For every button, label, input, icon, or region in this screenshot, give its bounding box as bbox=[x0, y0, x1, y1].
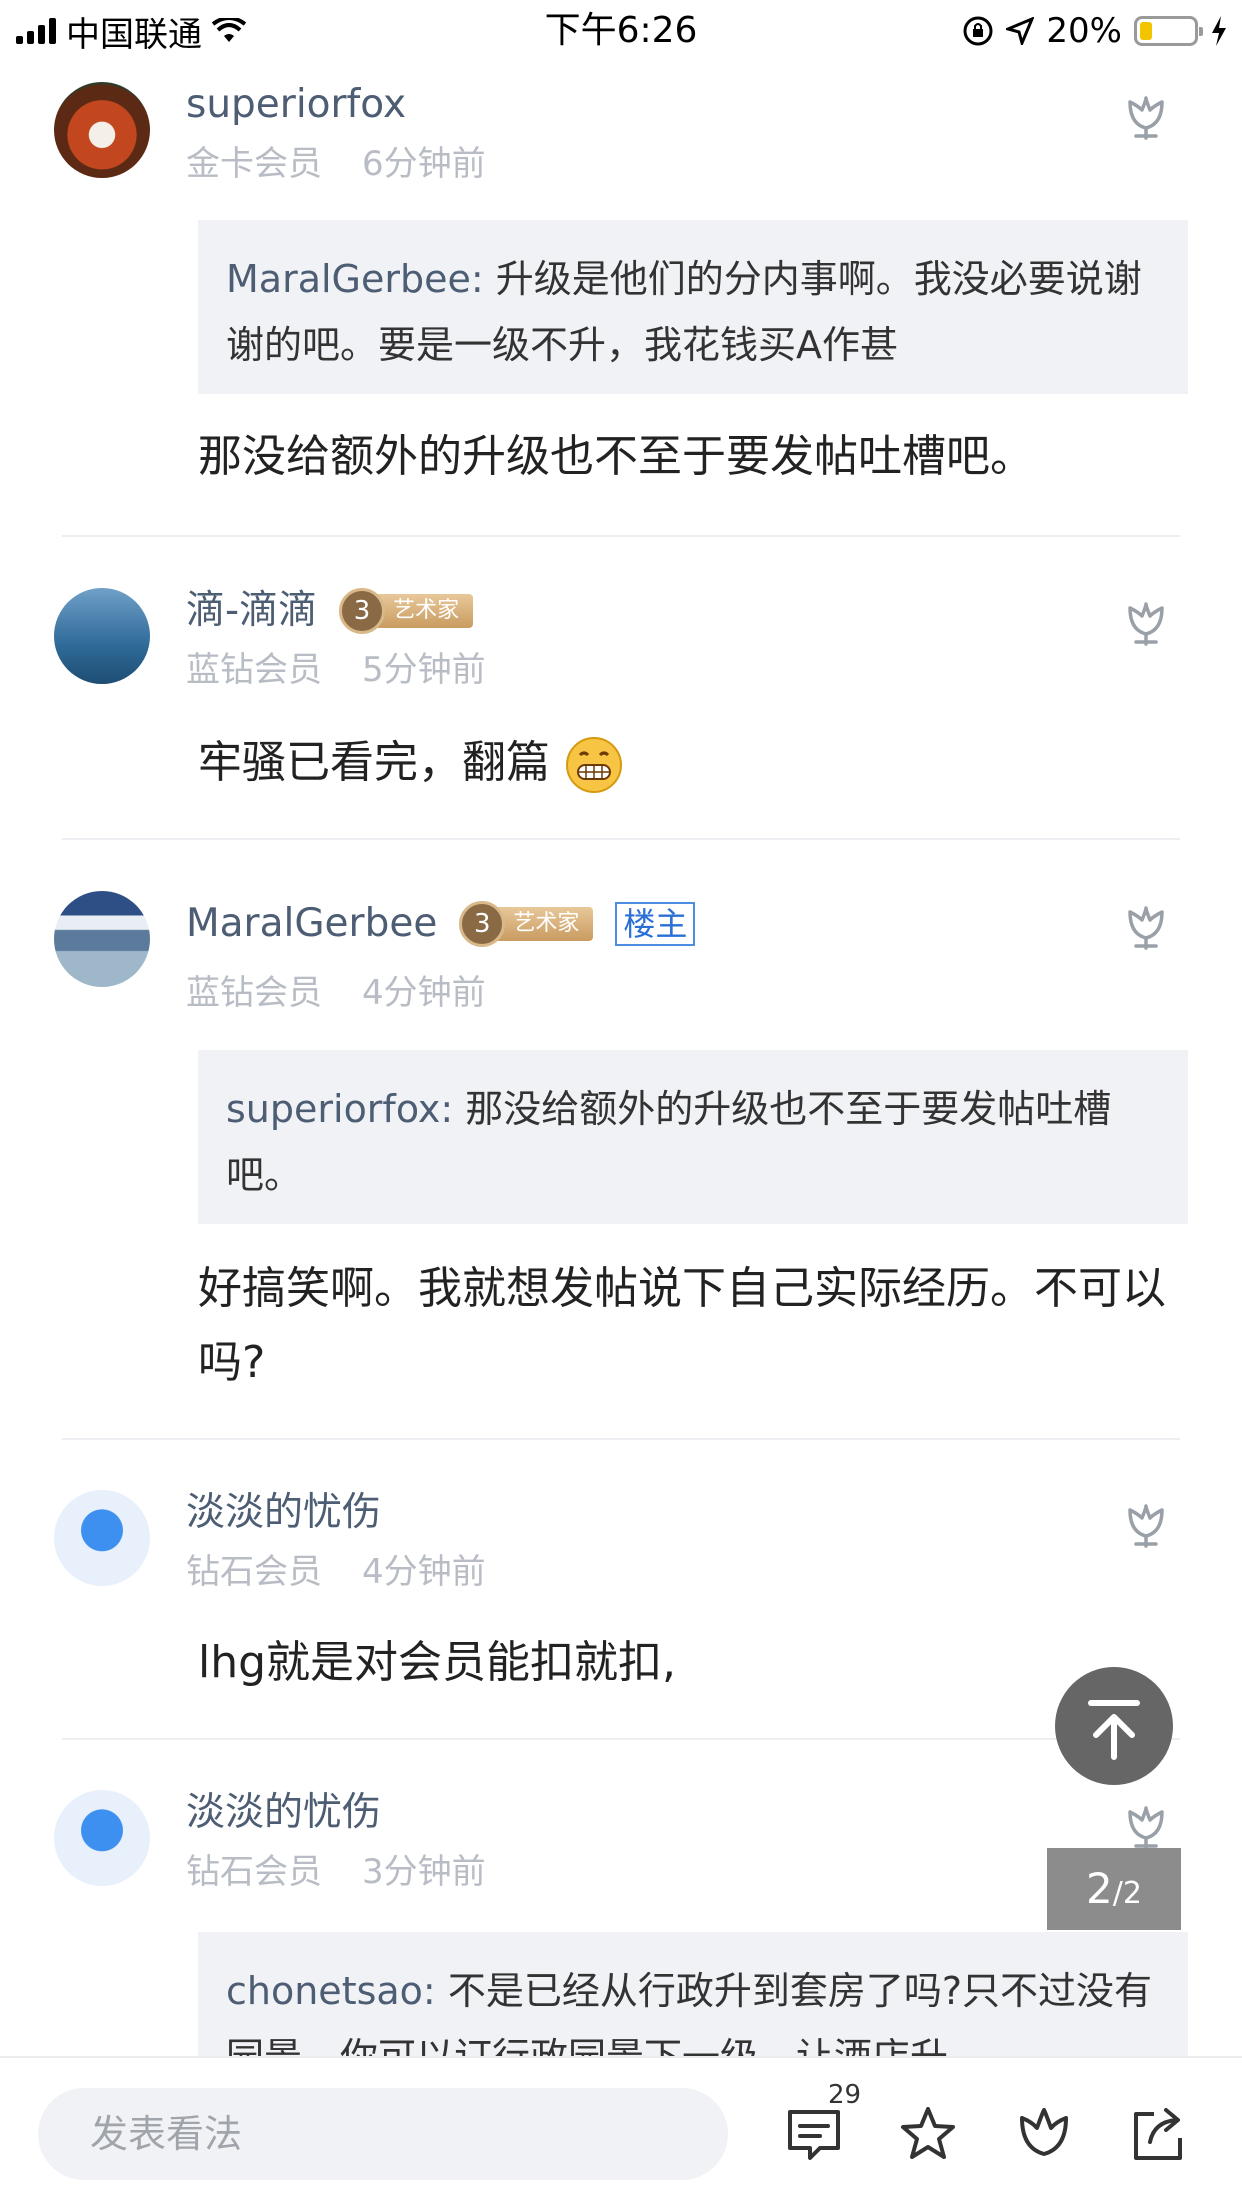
flower-like-icon[interactable] bbox=[1120, 596, 1172, 648]
avatar[interactable] bbox=[54, 891, 150, 987]
comment-username[interactable]: superiorfox bbox=[186, 80, 406, 130]
quoted-reply: MaralGerbee: 升级是他们的分内事啊。我没必要说谢谢的吧。要是一级不升… bbox=[198, 220, 1188, 394]
scroll-to-top-button[interactable] bbox=[1055, 1667, 1173, 1785]
username-text: 滴-滴滴 bbox=[186, 588, 318, 633]
star-icon[interactable] bbox=[898, 2104, 958, 2164]
comment-time: 4分钟前 bbox=[362, 973, 486, 1013]
badge-label: 艺术家 bbox=[375, 594, 474, 628]
owner-tag: 楼主 bbox=[615, 902, 696, 946]
flower-like-icon[interactable] bbox=[1120, 1800, 1172, 1852]
badge-level: 3 bbox=[459, 901, 506, 947]
comment-input[interactable]: 发表看法 bbox=[38, 2088, 728, 2180]
quoted-username[interactable]: superiorfox: bbox=[226, 1087, 453, 1131]
share-icon[interactable] bbox=[1128, 2104, 1188, 2164]
username-text: MaralGerbee bbox=[186, 901, 438, 946]
quoted-reply: chonetsao: 不是已经从行政升到套房了吗?只不过没有园景，你可以订行政园… bbox=[198, 1932, 1188, 2056]
flower-icon[interactable] bbox=[1014, 2104, 1074, 2164]
member-level: 金卡会员 bbox=[186, 144, 322, 184]
comment-username[interactable]: 滴-滴滴 3 艺术家 bbox=[186, 586, 474, 636]
page-current: 2 bbox=[1086, 1864, 1113, 1913]
username-text: superiorfox bbox=[186, 82, 407, 127]
artist-badge: 3 艺术家 bbox=[459, 901, 594, 947]
page-indicator[interactable]: 2/2 bbox=[1047, 1848, 1181, 1930]
username-text: 淡淡的忧伤 bbox=[186, 1790, 382, 1835]
member-level: 钻石会员 bbox=[186, 1552, 322, 1592]
comment-text: 好搞笑啊。我就想发帖说下自己实际经历。不可以吗? bbox=[198, 1263, 1166, 1388]
comment-text: lhg就是对会员能扣就扣, bbox=[198, 1637, 677, 1688]
comment-text: 牢骚已看完，翻篇 bbox=[198, 726, 1188, 800]
avatar[interactable] bbox=[54, 82, 150, 178]
lock-rotation-icon bbox=[963, 16, 993, 46]
quoted-username[interactable]: MaralGerbee: bbox=[226, 257, 484, 301]
comment-time: 3分钟前 bbox=[362, 1852, 486, 1892]
bottom-action-bar: 发表看法 29 bbox=[0, 2056, 1242, 2210]
quoted-reply: superiorfox: 那没给额外的升级也不至于要发帖吐槽吧。 bbox=[198, 1050, 1188, 1224]
location-icon bbox=[1006, 17, 1035, 45]
page-total: /2 bbox=[1112, 1876, 1142, 1911]
comment-text-content: 牢骚已看完，翻篇 bbox=[198, 737, 550, 788]
comment-username[interactable]: 淡淡的忧伤 bbox=[186, 1488, 381, 1538]
divider bbox=[62, 1738, 1180, 1740]
status-bar: 中国联通 下午6:26 20% bbox=[0, 0, 1242, 62]
member-level: 蓝钻会员 bbox=[186, 650, 322, 690]
member-level: 蓝钻会员 bbox=[186, 973, 322, 1013]
badge-label: 艺术家 bbox=[495, 907, 594, 941]
arrow-up-icon bbox=[1088, 1700, 1140, 1760]
battery-icon bbox=[1134, 16, 1203, 46]
grinning-emoji-icon bbox=[566, 737, 622, 793]
comment-username[interactable]: 淡淡的忧伤 bbox=[186, 1788, 381, 1838]
avatar[interactable] bbox=[54, 588, 150, 684]
username-text: 淡淡的忧伤 bbox=[186, 1490, 382, 1535]
comment-text: 那没给额外的升级也不至于要发帖吐槽吧。 bbox=[198, 431, 1034, 482]
comment-time: 4分钟前 bbox=[362, 1552, 486, 1592]
comment-username[interactable]: MaralGerbee 3 艺术家 楼主 bbox=[186, 899, 696, 949]
charging-icon bbox=[1212, 16, 1226, 46]
artist-badge: 3 艺术家 bbox=[339, 588, 474, 634]
member-level: 钻石会员 bbox=[186, 1852, 322, 1892]
comment-meta: 蓝钻会员 5分钟前 bbox=[186, 648, 486, 692]
flower-like-icon[interactable] bbox=[1120, 900, 1172, 952]
avatar[interactable] bbox=[54, 1490, 150, 1586]
flower-like-icon[interactable] bbox=[1120, 90, 1172, 142]
comment-time: 6分钟前 bbox=[362, 144, 486, 184]
comment-meta: 金卡会员 6分钟前 bbox=[186, 142, 486, 186]
quoted-username[interactable]: chonetsao: bbox=[226, 1969, 436, 2013]
divider bbox=[62, 1438, 1180, 1440]
comment-meta: 蓝钻会员 4分钟前 bbox=[186, 971, 486, 1015]
battery-percent: 20% bbox=[1046, 11, 1122, 51]
divider bbox=[62, 838, 1180, 840]
flower-like-icon[interactable] bbox=[1120, 1498, 1172, 1550]
badge-level: 3 bbox=[339, 588, 386, 634]
comment-meta: 钻石会员 3分钟前 bbox=[186, 1850, 486, 1894]
divider bbox=[62, 535, 1180, 537]
comment-time: 5分钟前 bbox=[362, 650, 486, 690]
comment-meta: 钻石会员 4分钟前 bbox=[186, 1550, 486, 1594]
avatar[interactable] bbox=[54, 1790, 150, 1886]
comment-icon[interactable] bbox=[784, 2104, 844, 2164]
